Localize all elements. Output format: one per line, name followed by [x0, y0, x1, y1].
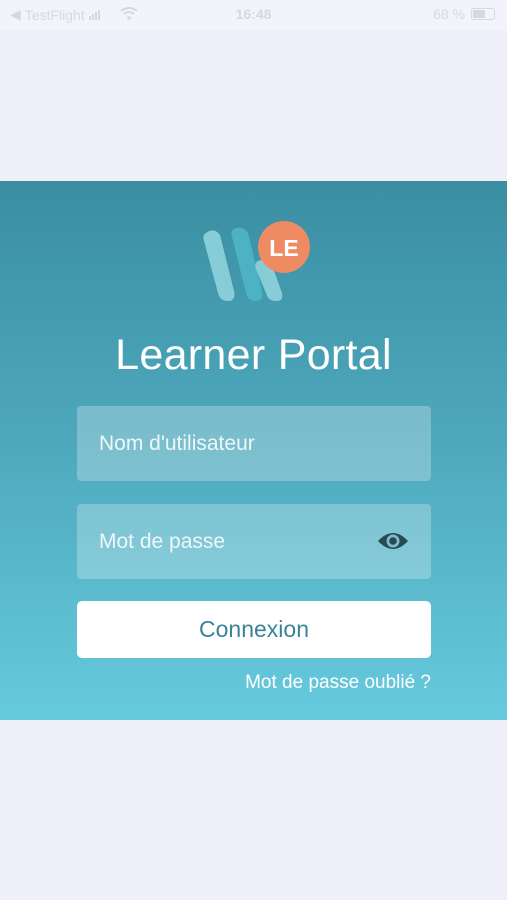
status-time: 16:48 [235, 6, 272, 22]
battery-icon [471, 8, 495, 20]
connexion-button[interactable]: Connexion [77, 601, 431, 658]
username-field[interactable] [77, 406, 431, 481]
battery-percent: 68 % [433, 6, 465, 22]
username-input[interactable] [77, 406, 431, 481]
login-panel: LE Learner Portal Connexion Mot de passe… [0, 181, 507, 720]
app-title: Learner Portal [115, 331, 392, 379]
logo-badge-text: LE [269, 235, 298, 261]
status-battery: 68 % [433, 6, 495, 22]
password-field[interactable] [77, 504, 431, 579]
forgot-password-link[interactable]: Mot de passe oublié ? [245, 672, 431, 694]
status-bar: ◀ TestFlight 16:48 68 % [0, 0, 507, 30]
eye-icon[interactable] [377, 528, 409, 554]
app-logo: LE [200, 221, 312, 303]
